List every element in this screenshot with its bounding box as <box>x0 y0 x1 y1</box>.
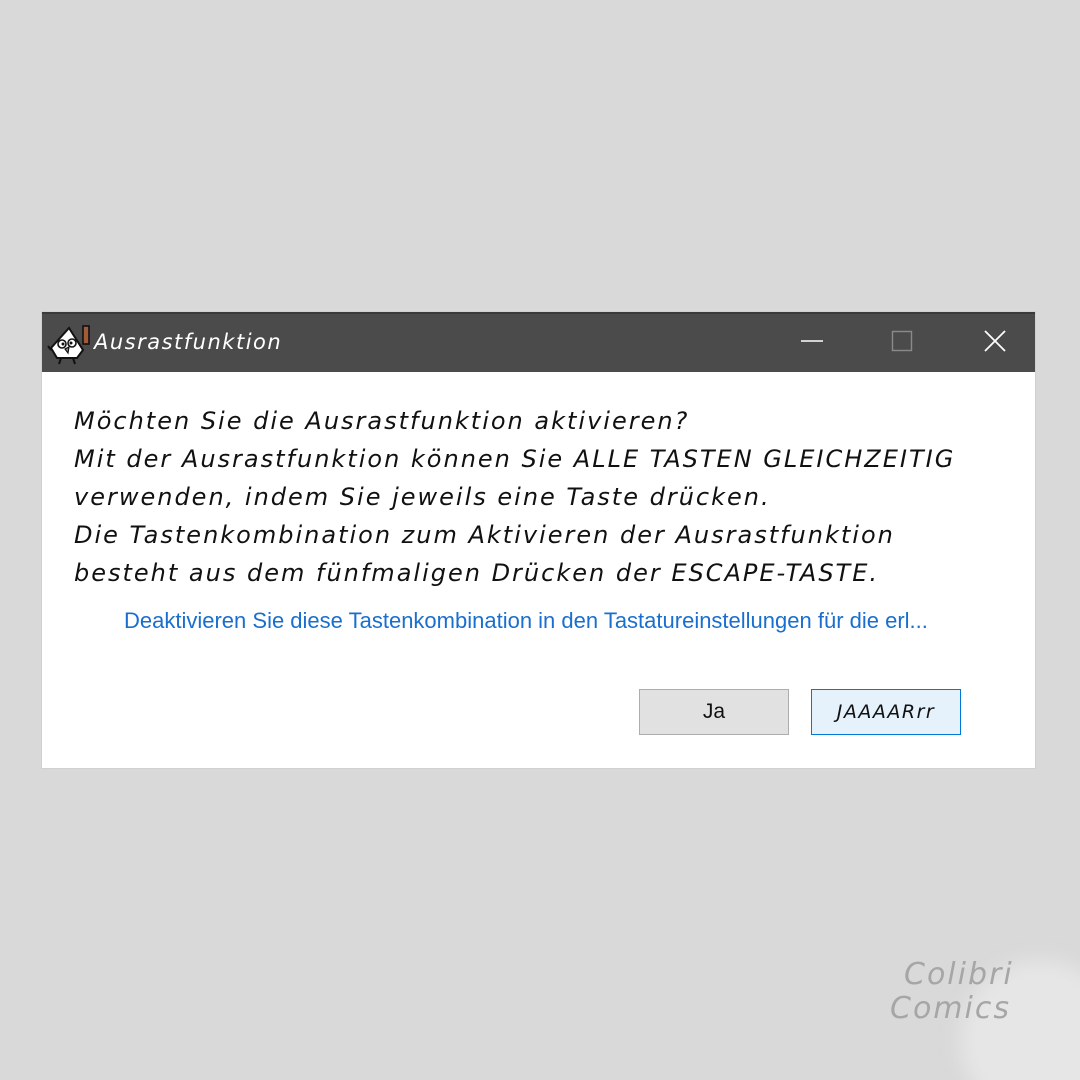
page: Ausrastfunktion Möchten Sie die Ausrastf… <box>0 0 1080 1080</box>
dialog-window: Ausrastfunktion Möchten Sie die Ausrastf… <box>42 312 1035 768</box>
dialog-message: Möchten Sie die Ausrastfunktion aktivier… <box>74 402 1004 592</box>
cartoon-bird-character-icon <box>47 322 93 366</box>
minimize-icon <box>801 330 823 356</box>
watermark-line: Colibri <box>904 957 1014 992</box>
watermark-line: Comics <box>890 991 1011 1026</box>
maximize-button[interactable] <box>867 314 937 372</box>
maximize-icon <box>891 330 913 356</box>
title-bar[interactable]: Ausrastfunktion <box>42 312 1035 372</box>
minimize-button[interactable] <box>777 314 847 372</box>
colibri-comics-watermark: Colibri Comics <box>890 958 1040 1026</box>
close-icon <box>984 330 1006 356</box>
close-button[interactable] <box>960 314 1030 372</box>
keyboard-settings-link[interactable]: Deaktivieren Sie diese Tastenkombination… <box>124 608 1014 634</box>
alt-yes-button[interactable]: JAAAARrr <box>811 689 961 735</box>
message-line: verwenden, indem Sie jeweils eine Taste … <box>74 483 771 511</box>
message-line: Möchten Sie die Ausrastfunktion aktivier… <box>74 407 690 435</box>
message-line: Die Tastenkombination zum Aktivieren der… <box>74 521 895 549</box>
message-line: besteht aus dem fünfmaligen Drücken der … <box>74 559 880 587</box>
yes-button[interactable]: Ja <box>639 689 789 735</box>
message-line: Mit der Ausrastfunktion können Sie ALLE … <box>74 445 956 473</box>
window-title: Ausrastfunktion <box>94 330 283 354</box>
